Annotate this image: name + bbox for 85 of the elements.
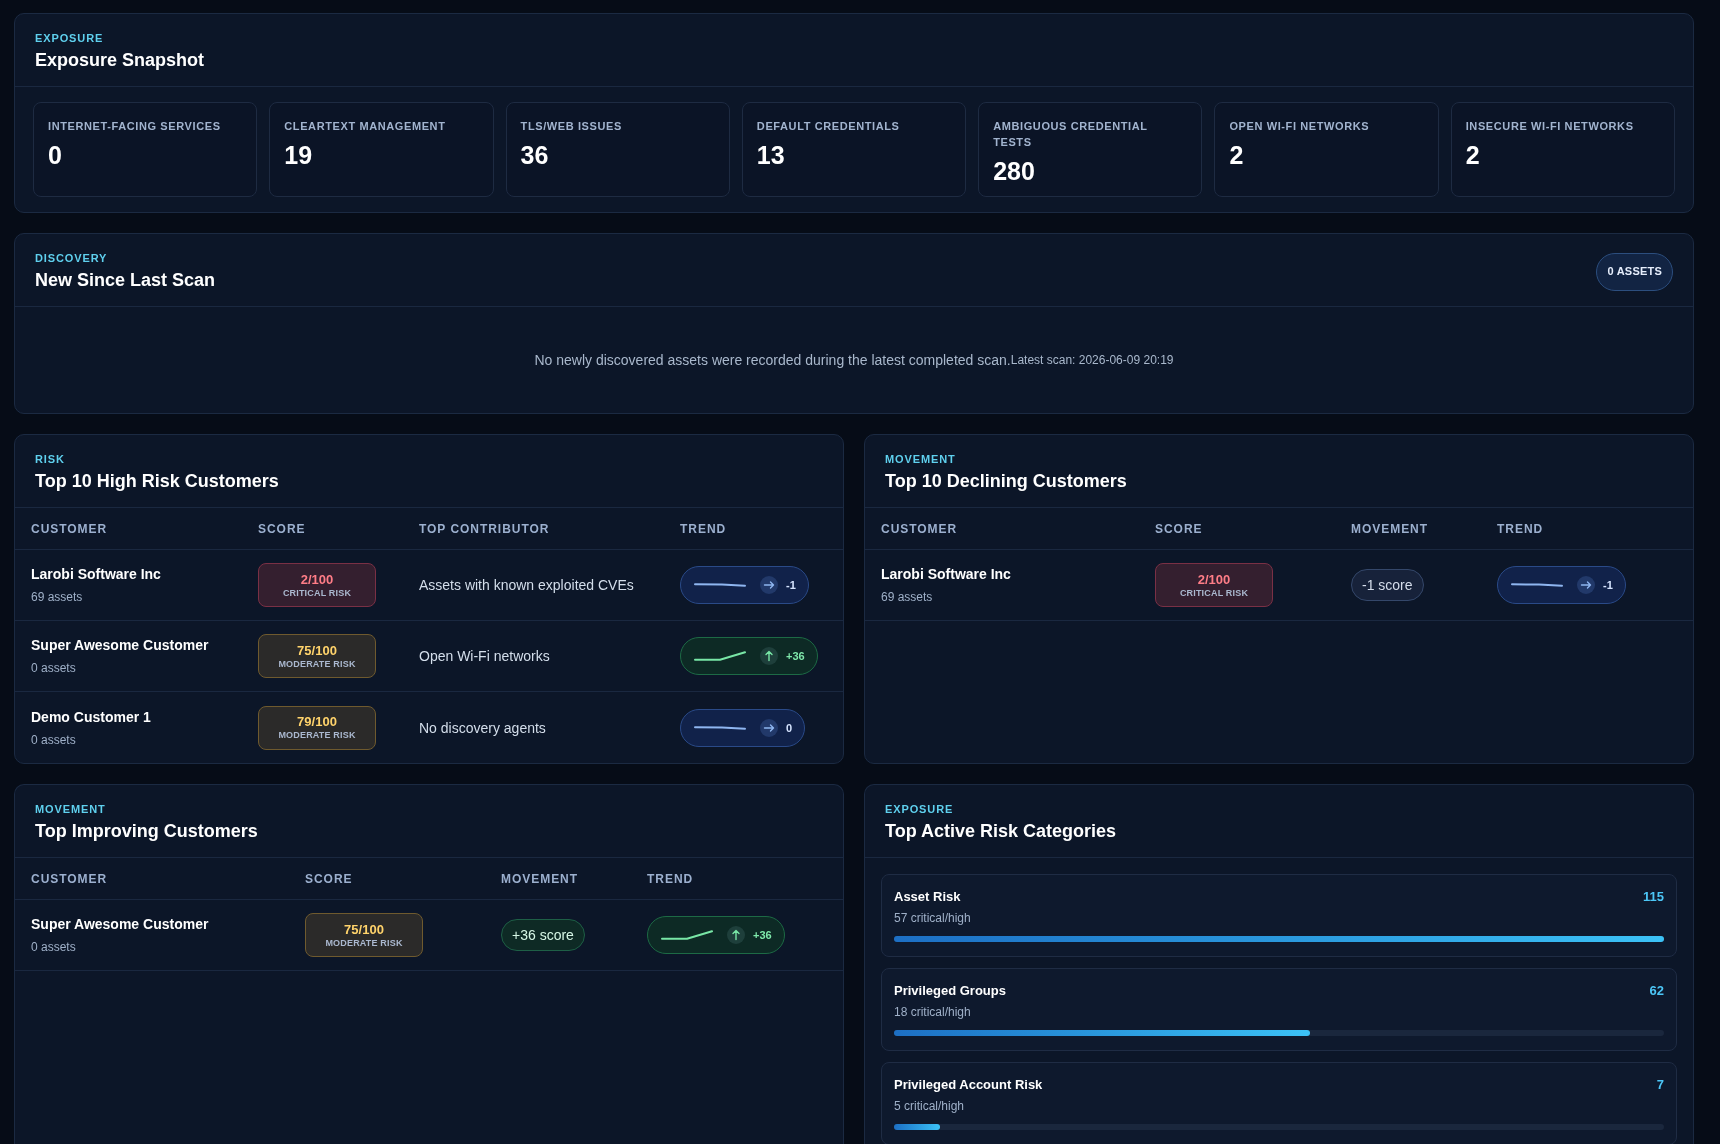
column-header: CUSTOMER [31,520,108,537]
metric-label: AMBIGUOUS CREDENTIAL TESTS [993,119,1149,150]
asset-count: 0 assets [31,731,76,748]
customer-name: Larobi Software Inc [31,565,161,583]
metric-value: 2 [1229,140,1244,170]
metric-value: 0 [48,140,62,170]
customer-name: Demo Customer 1 [31,707,151,726]
category-detail: 18 critical/high [894,1004,971,1020]
column-header: SCORE [305,870,353,887]
metric-value: 2 [1465,140,1480,170]
score-value: 2/100 [1197,571,1231,588]
column-header: TOP CONTRIBUTOR [419,520,550,537]
section-label: EXPOSURE [35,31,104,45]
sparkline-icon [694,583,746,587]
score-change: +36 score [501,919,585,951]
score-change: -1 score [1351,569,1424,601]
trend-delta: -1 [1603,578,1613,592]
column-header: TREND [680,520,727,537]
trend-delta: -1 [786,578,796,592]
asset-count: 0 assets [31,939,76,955]
column-header: CUSTOMER [881,520,958,537]
customer-name: Super Awesome Customer [31,915,209,933]
category-name: Asset Risk [894,888,961,906]
contributor-text: No discovery agents [419,718,546,737]
customer-name: Larobi Software Inc [881,565,1011,583]
section-title: Top Improving Customers [35,820,258,843]
category-detail: 5 critical/high [894,1098,965,1114]
category-detail: 57 critical/high [894,910,971,926]
category-count: 115 [1643,888,1664,906]
column-header: TREND [647,870,694,887]
sparkline-icon [1511,583,1563,587]
asset-count: 69 assets [881,589,933,605]
asset-count: 69 assets [31,589,83,605]
metric-label: OPEN WI-FI NETWORKS [1229,119,1370,134]
section-title: Exposure Snapshot [35,49,205,72]
column-header: MOVEMENT [1351,520,1428,537]
risk-level: MODERATE RISK [278,730,356,741]
asset-count: 0 ASSETS [1596,252,1673,291]
latest-scan-time: Latest scan: 2026-06-09 20:19 [1010,352,1174,369]
metric-value: 36 [520,140,549,170]
section-label: DISCOVERY [35,251,108,265]
metric-label: INTERNET-FACING SERVICES [48,119,221,134]
category-count: 7 [1656,1076,1664,1094]
score-value: 2/100 [300,571,334,588]
sparkline-icon [694,651,746,661]
column-header: SCORE [1155,520,1203,537]
trend-delta: +36 [786,649,805,663]
risk-level: MODERATE RISK [278,658,356,670]
trend-delta: 0 [786,720,793,735]
section-label: EXPOSURE [885,802,954,816]
category-name: Privileged Account Risk [894,1076,1043,1094]
metric-label: INSECURE WI-FI NETWORKS [1465,119,1634,134]
risk-level: MODERATE RISK [325,937,403,949]
category-name: Privileged Groups [894,982,1006,1000]
column-header: TREND [1497,520,1544,537]
section-label: MOVEMENT [885,452,956,466]
metric-label: CLEARTEXT MANAGEMENT [284,119,446,134]
metric-value: 280 [993,156,1035,186]
metric-value: 19 [284,140,313,170]
sparkline-icon [661,930,713,940]
column-header: MOVEMENT [501,870,578,887]
scan-message: No newly discovered assets were recorded during the latest completed scan. [534,351,1011,369]
section-label: RISK [35,452,65,466]
column-header: SCORE [258,520,306,537]
contributor-text: Assets with known exploited CVEs [419,576,634,594]
trend-delta: +36 [753,928,772,942]
section-title: Top 10 High Risk Customers [35,470,279,493]
score-value: 75/100 [297,642,337,659]
score-value: 79/100 [297,714,337,730]
asset-count: 0 assets [31,660,76,676]
metric-value: 13 [756,140,785,170]
risk-level: CRITICAL RISK [282,587,352,599]
section-title: Top Active Risk Categories [885,820,1117,843]
category-count: 62 [1649,982,1664,1000]
risk-level: CRITICAL RISK [1179,587,1249,599]
column-header: CUSTOMER [31,870,108,887]
section-title: New Since Last Scan [35,269,216,292]
score-value: 75/100 [344,921,384,938]
sparkline-icon [694,725,746,730]
metric-label: TLS/WEB ISSUES [520,119,622,134]
metric-label: DEFAULT CREDENTIALS [756,119,900,134]
customer-name: Super Awesome Customer [31,636,209,654]
contributor-text: Open Wi-Fi networks [419,647,550,665]
section-title: Top 10 Declining Customers [885,470,1127,493]
section-label: MOVEMENT [35,802,106,816]
